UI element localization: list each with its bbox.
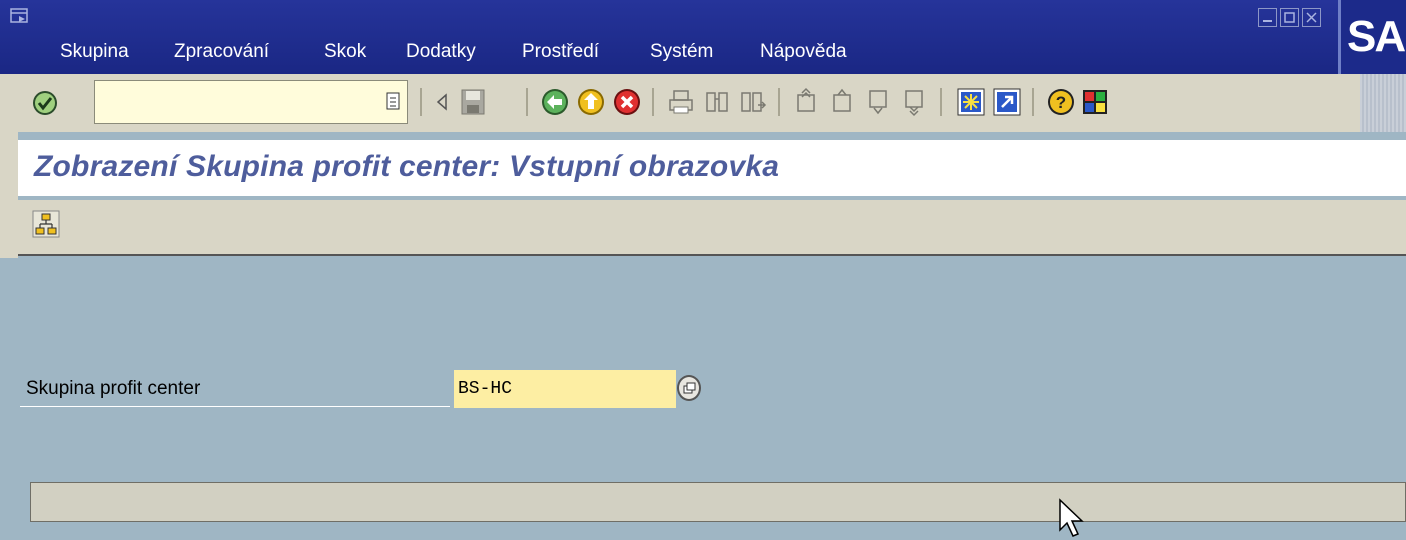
status-bar [30, 482, 1406, 522]
back-triangle-icon[interactable] [434, 87, 450, 117]
toolbar-separator [940, 88, 942, 116]
last-page-icon[interactable] [900, 87, 930, 117]
hierarchy-icon[interactable] [32, 210, 60, 238]
title-bar: Zobrazení Skupina profit center: Vstupní… [18, 140, 1406, 196]
cancel-icon[interactable] [612, 87, 642, 117]
toolbar-separator [526, 88, 528, 116]
menu-skupina[interactable]: Skupina [60, 40, 129, 64]
back-icon[interactable] [540, 87, 570, 117]
customize-layout-icon[interactable] [1080, 87, 1110, 117]
close-icon[interactable] [1302, 8, 1321, 27]
menu-system[interactable]: Systém [650, 40, 713, 64]
save-icon[interactable] [458, 87, 488, 117]
minimize-icon[interactable] [1258, 8, 1277, 27]
toolbar-separator [652, 88, 654, 116]
find-next-icon[interactable] [738, 87, 768, 117]
application-toolbar [18, 200, 1406, 256]
shortcut-icon[interactable] [992, 87, 1022, 117]
command-history-icon[interactable] [386, 92, 400, 110]
create-session-icon[interactable] [956, 87, 986, 117]
toolbar-separator [778, 88, 780, 116]
enter-icon[interactable] [30, 88, 60, 118]
print-icon[interactable] [666, 87, 696, 117]
find-icon[interactable] [702, 87, 732, 117]
sap-logo: SAP [1338, 0, 1406, 74]
menu-napoveda[interactable]: Nápověda [760, 40, 847, 64]
next-page-icon[interactable] [864, 87, 894, 117]
maximize-icon[interactable] [1280, 8, 1299, 27]
help-icon[interactable]: ? [1046, 87, 1076, 117]
exit-icon[interactable] [576, 87, 606, 117]
svg-text:?: ? [1056, 93, 1066, 112]
group-label: Skupina profit center [26, 378, 201, 399]
toolbar-background [1360, 74, 1406, 132]
mouse-cursor-icon [1059, 498, 1084, 537]
page-title: Zobrazení Skupina profit center: Vstupní… [34, 150, 780, 183]
command-field[interactable] [94, 80, 408, 124]
system-menu-icon[interactable] [10, 8, 30, 24]
menu-prostredi[interactable]: Prostředí [522, 40, 599, 64]
toolbar-separator [1032, 88, 1034, 116]
left-frame [0, 132, 18, 258]
menu-dodatky[interactable]: Dodatky [406, 40, 476, 64]
label-underline [20, 406, 450, 407]
menu-bar: Skupina Zpracování Skok Dodatky Prostřed… [0, 0, 1406, 74]
standard-toolbar: ? [0, 74, 1406, 132]
menu-skok[interactable]: Skok [324, 40, 366, 64]
profit-center-group-input[interactable] [454, 370, 676, 408]
value-help-icon[interactable] [676, 374, 702, 402]
first-page-icon[interactable] [792, 87, 822, 117]
previous-page-icon[interactable] [828, 87, 858, 117]
menu-zpracovani[interactable]: Zpracování [174, 40, 269, 64]
toolbar-separator [420, 88, 422, 116]
